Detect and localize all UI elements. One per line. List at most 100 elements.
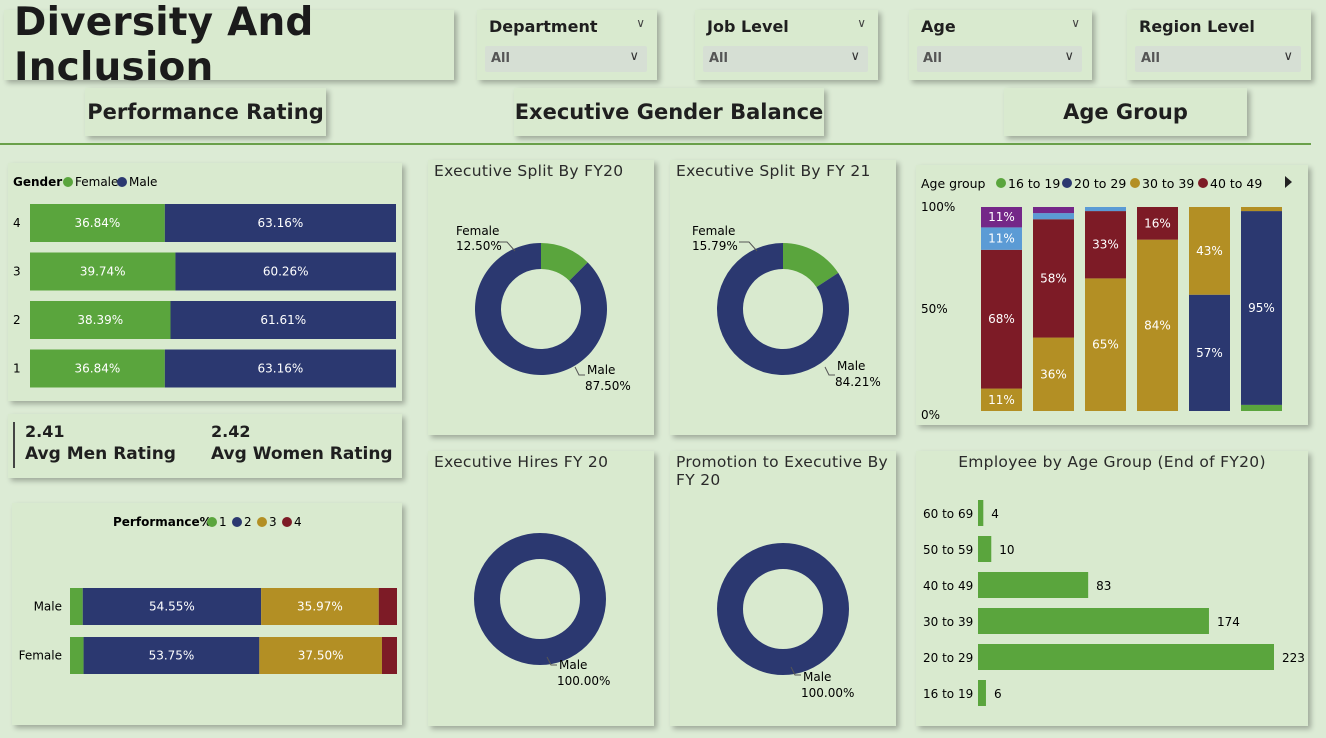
- chevron-down-icon[interactable]: ∨: [857, 16, 866, 30]
- age-group-chart[interactable]: Age group 16 to 19 20 to 29 30 to 39 40 to 4…: [916, 165, 1308, 425]
- y-tick-label: 100%: [921, 200, 955, 214]
- y-tick-label: 50%: [921, 302, 948, 316]
- slice-value: 15.79%: [692, 239, 738, 253]
- age-group-chart-card[interactable]: Age group 16 to 19 20 to 29 30 to 39 40 to 4…: [916, 165, 1308, 425]
- promotion-donut[interactable]: Male 100.00%: [670, 451, 896, 726]
- slice-name: Male: [803, 670, 831, 684]
- avg-men-value: 2.41: [25, 422, 65, 441]
- promotion-card[interactable]: Promotion to Executive By FY 20 Male 100.…: [670, 451, 896, 726]
- legend-marker: [1198, 178, 1208, 188]
- donut-slice: [474, 533, 606, 665]
- age-dropdown[interactable]: All ∨: [917, 46, 1082, 72]
- legend-marker: [1130, 178, 1140, 188]
- employee-age-chart-card[interactable]: Employee by Age Group (End of FY20) 60 t…: [916, 451, 1308, 726]
- section-header-performance: Performance Rating: [85, 88, 326, 136]
- legend-marker: [63, 177, 73, 187]
- slice-name: Male: [559, 658, 587, 672]
- legend-title: Performance%: [113, 515, 212, 529]
- bar: [978, 680, 986, 706]
- job-level-dropdown[interactable]: All ∨: [703, 46, 868, 72]
- data-label: 223: [1282, 651, 1305, 665]
- data-label: 63.16%: [258, 362, 304, 376]
- category-label: 16 to 19: [923, 687, 973, 701]
- column-segment: [1085, 207, 1126, 212]
- category-label: 1: [13, 362, 21, 376]
- department-dropdown[interactable]: All ∨: [485, 46, 647, 72]
- data-label: 53.75%: [149, 649, 195, 663]
- chevron-down-icon[interactable]: ∨: [1283, 49, 1293, 64]
- data-label: 33%: [1092, 238, 1119, 252]
- kpi-card: 2.41 Avg Men Rating 2.42 Avg Women Ratin…: [8, 414, 402, 478]
- data-label: 36.84%: [75, 362, 121, 376]
- category-label: 20 to 29: [923, 651, 973, 665]
- job-level-slicer[interactable]: Job Level ∨ All ∨: [695, 10, 878, 80]
- chevron-down-icon[interactable]: ∨: [629, 49, 639, 64]
- dropdown-value: All: [491, 51, 510, 66]
- column-segment: [1241, 404, 1282, 411]
- legend-marker: [257, 517, 267, 527]
- legend-item: 30 to 39: [1142, 176, 1194, 191]
- legend-marker: [207, 517, 217, 527]
- slicer-label: Job Level: [707, 17, 789, 36]
- age-slicer[interactable]: Age ∨ All ∨: [909, 10, 1092, 80]
- dropdown-value: All: [923, 51, 942, 66]
- data-label: 35.97%: [297, 600, 343, 614]
- exec-fy20-donut[interactable]: Female12.50% Male 87.50%: [428, 160, 654, 435]
- legend-next-icon: [1285, 176, 1292, 188]
- slicer-label: Department: [489, 17, 598, 36]
- exec-fy20-card[interactable]: Executive Split By FY20 Female 12.50% Male…: [428, 160, 654, 435]
- chart-title: Executive Split By FY 21: [676, 162, 871, 180]
- category-label: Male: [34, 600, 62, 614]
- exec-hires-card[interactable]: Executive Hires FY 20 Male 100.00%: [428, 451, 654, 726]
- chevron-down-icon[interactable]: ∨: [850, 49, 860, 64]
- y-tick-label: 0%: [921, 408, 940, 422]
- legend-item: 4: [294, 515, 302, 529]
- data-label: 61.61%: [260, 313, 306, 327]
- performance-gender-chart[interactable]: Gender Female Male 4 36.84% 63.16% 3 39.74% 60.2…: [8, 163, 402, 401]
- chevron-down-icon[interactable]: ∨: [1064, 49, 1074, 64]
- chevron-down-icon[interactable]: ∨: [1071, 16, 1080, 30]
- data-label: 11%: [988, 393, 1015, 407]
- category-label: 30 to 39: [923, 615, 973, 629]
- slice-name: Female: [456, 224, 499, 238]
- exec-fy21-donut[interactable]: Female15.79% Male 84.21%: [670, 160, 896, 435]
- performance-percent-chart[interactable]: Performance% 1 2 3 4 Male 54.55% 35.97% Female 53…: [12, 503, 402, 725]
- slice-name: Male: [587, 363, 615, 377]
- employee-age-chart[interactable]: 60 to 69 4 50 to 59 10 40 to 49 83 30 to 39 174…: [916, 451, 1308, 726]
- legend-item: Male: [129, 175, 157, 189]
- chart-title: Promotion to Executive By FY 20: [676, 453, 888, 489]
- slice-value: 12.50%: [456, 239, 502, 253]
- bar: [978, 572, 1089, 598]
- category-label: 60 to 69: [923, 507, 973, 521]
- slice-name: Male: [837, 359, 865, 373]
- leader-line: [574, 366, 585, 376]
- kpi-accent-line: [13, 422, 15, 468]
- section-title: Performance Rating: [87, 100, 324, 124]
- department-slicer[interactable]: Department ∨ All ∨: [477, 10, 657, 80]
- exec-fy21-card[interactable]: Executive Split By FY 21 Female 15.79% Mal…: [670, 160, 896, 435]
- data-label: 39.74%: [80, 265, 126, 279]
- slicer-label: Age: [921, 17, 956, 36]
- data-label: 65%: [1092, 338, 1119, 352]
- exec-hires-donut[interactable]: Male 100.00%: [428, 451, 654, 726]
- section-header-executive: Executive Gender Balance: [514, 88, 824, 136]
- data-label: 60.26%: [263, 265, 309, 279]
- data-label: 43%: [1196, 244, 1223, 258]
- bar-segment: [70, 637, 84, 674]
- category-label: 50 to 59: [923, 543, 973, 557]
- legend-title: Age group: [921, 176, 986, 191]
- region-level-slicer[interactable]: Region Level All ∨: [1127, 10, 1311, 80]
- avg-women-value: 2.42: [211, 422, 251, 441]
- chart-title: Executive Hires FY 20: [434, 453, 609, 471]
- data-label: 11%: [988, 232, 1015, 246]
- performance-gender-chart-card[interactable]: Gender Female Male 4 36.84% 63.16% 3 39.74% 60.2…: [8, 163, 402, 401]
- donut-slice: [475, 243, 607, 376]
- legend-item: 2: [244, 515, 252, 529]
- data-label: 36.84%: [75, 216, 121, 230]
- performance-percent-chart-card[interactable]: Performance% 1 2 3 4 Male 54.55% 35.97% Female 53…: [12, 503, 402, 725]
- region-level-dropdown[interactable]: All ∨: [1135, 46, 1301, 72]
- avg-men-label: Avg Men Rating: [25, 444, 176, 464]
- chevron-down-icon[interactable]: ∨: [636, 16, 645, 30]
- legend-item: 20 to 29: [1074, 176, 1126, 191]
- chart-title: Employee by Age Group (End of FY20): [958, 453, 1266, 471]
